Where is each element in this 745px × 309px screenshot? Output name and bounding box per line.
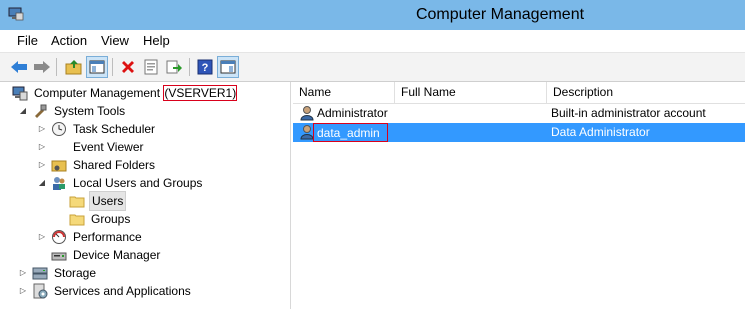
collapse-arrow-icon[interactable]: ◢ [37, 174, 47, 192]
user-name: Administrator [317, 106, 388, 120]
navigation-tree: Computer Management (VSERVER1) ◢ System … [0, 82, 291, 309]
title-bar: Computer Management [0, 0, 745, 30]
menu-file[interactable]: File [17, 33, 38, 48]
forward-arrow-icon[interactable] [31, 56, 53, 78]
column-header-name[interactable]: Name [293, 82, 395, 103]
user-description: Built-in administrator account [551, 106, 706, 120]
column-header-full-name[interactable]: Full Name [395, 82, 547, 103]
expand-arrow-icon[interactable]: ▷ [18, 282, 28, 300]
window-title: Computer Management [415, 6, 585, 23]
device-manager-icon [51, 252, 67, 261]
delete-icon[interactable] [117, 56, 139, 78]
user-name: data_admin [313, 123, 388, 142]
menu-help[interactable]: Help [143, 33, 170, 48]
table-row[interactable]: data_admin Data Administrator [293, 123, 745, 142]
properties-icon[interactable] [140, 56, 162, 78]
collapse-arrow-icon[interactable]: ◢ [18, 102, 28, 120]
user-list: Name Full Name Description Administrator… [293, 82, 745, 309]
user-icon [300, 106, 314, 121]
storage-icon [32, 267, 48, 280]
computer-management-icon [12, 86, 28, 101]
clock-icon [52, 122, 66, 136]
help-icon[interactable]: ? [194, 56, 216, 78]
users-group-icon [53, 177, 65, 190]
tree-label-computer-management: Computer Management [34, 86, 161, 100]
shared-folder-icon [51, 160, 67, 172]
expand-arrow-icon[interactable]: ▷ [37, 228, 47, 246]
server-name-highlight: (VSERVER1) [163, 85, 238, 101]
user-description: Data Administrator [551, 125, 650, 139]
expand-arrow-icon[interactable]: ▷ [18, 264, 28, 282]
expand-arrow-icon[interactable]: ▷ [37, 120, 47, 138]
expand-arrow-icon[interactable]: ▷ [37, 156, 47, 174]
show-hide-tree-icon[interactable] [86, 56, 108, 78]
expand-arrow-icon[interactable]: ▷ [37, 138, 47, 156]
show-hide-action-pane-icon[interactable] [217, 56, 239, 78]
svg-text:?: ? [202, 62, 209, 74]
performance-icon [52, 230, 66, 244]
menu-view[interactable]: View [101, 33, 129, 48]
system-tools-icon [35, 104, 47, 118]
back-arrow-icon[interactable] [8, 56, 30, 78]
menu-bar: File Action View Help [0, 30, 745, 53]
folder-icon [69, 214, 85, 226]
folder-icon [69, 196, 85, 208]
toolbar: ? [0, 53, 745, 82]
up-folder-icon[interactable] [63, 56, 85, 78]
column-header-description[interactable]: Description [547, 82, 745, 103]
export-list-icon[interactable] [163, 56, 185, 78]
menu-action[interactable]: Action [51, 33, 87, 48]
list-header: Name Full Name Description [293, 82, 745, 104]
table-row[interactable]: Administrator Built-in administrator acc… [293, 104, 745, 123]
services-icon [33, 283, 48, 299]
